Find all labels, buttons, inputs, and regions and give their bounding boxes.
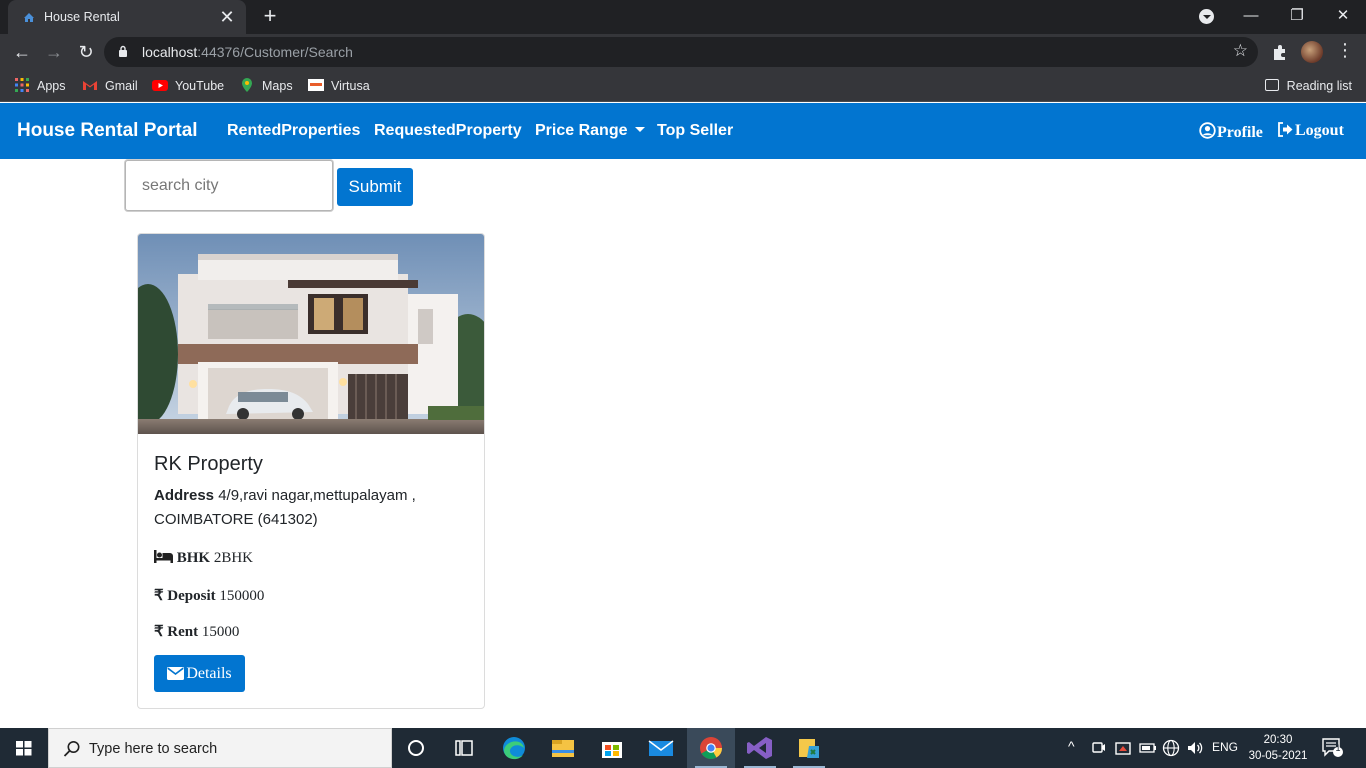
- store-icon[interactable]: [588, 728, 636, 768]
- cortana-icon[interactable]: [392, 728, 440, 768]
- task-view-icon[interactable]: [440, 728, 488, 768]
- bookmark-apps[interactable]: Apps: [14, 77, 66, 95]
- mail-icon[interactable]: [637, 728, 685, 768]
- user-circle-icon: [1199, 122, 1216, 139]
- language-indicator[interactable]: ENG: [1212, 740, 1238, 754]
- bhk-value: 2BHK: [213, 550, 254, 566]
- price-range-label: Price Range: [535, 122, 628, 139]
- bookmark-maps[interactable]: Maps: [239, 77, 293, 95]
- meet-now-icon[interactable]: [1092, 740, 1106, 756]
- chrome-taskbar-button[interactable]: [687, 728, 735, 768]
- property-card: RK Property Address 4/9,ravi nagar,mettu…: [137, 233, 485, 709]
- battery-icon[interactable]: [1139, 742, 1157, 754]
- rupee-icon: ₹: [154, 588, 164, 604]
- details-button[interactable]: Details: [154, 655, 245, 692]
- file-explorer-icon[interactable]: [539, 728, 587, 768]
- nav-requested-property[interactable]: RequestedProperty: [374, 122, 522, 140]
- new-tab-icon[interactable]: +: [258, 5, 282, 29]
- property-address: Address 4/9,ravi nagar,mettupalayam , CO…: [154, 484, 454, 532]
- bed-icon: [154, 550, 173, 563]
- back-icon[interactable]: ←: [10, 40, 34, 64]
- nav-rented-properties[interactable]: RentedProperties: [227, 122, 360, 140]
- rent-value: 15000: [201, 624, 240, 640]
- bookmark-youtube[interactable]: YouTube: [152, 77, 224, 95]
- taskbar-search-placeholder: Type here to search: [89, 741, 218, 757]
- reading-list[interactable]: Reading list: [1264, 77, 1352, 95]
- search-icon: [63, 741, 80, 757]
- visual-studio-taskbar-button[interactable]: [736, 728, 784, 768]
- lock-icon: [119, 45, 127, 57]
- close-window-icon[interactable]: ✕: [1320, 0, 1366, 34]
- nav-price-range-dropdown[interactable]: Price Range: [535, 122, 646, 140]
- profile-avatar[interactable]: [1301, 41, 1323, 63]
- nav-profile[interactable]: Profile: [1199, 122, 1263, 142]
- extensions-puzzle-icon[interactable]: [1270, 42, 1290, 62]
- other-app-taskbar-button[interactable]: [785, 728, 833, 768]
- nav-logout[interactable]: Logout: [1277, 122, 1344, 140]
- youtube-icon: [152, 80, 168, 91]
- app-icon: [799, 739, 819, 758]
- action-center-button[interactable]: 1: [1322, 738, 1344, 758]
- maps-pin-icon: [242, 78, 252, 92]
- rent-row: ₹ Rent 15000: [154, 622, 239, 641]
- chrome-icon: [700, 737, 722, 759]
- visual-studio-icon: [747, 737, 772, 759]
- address-label: Address: [154, 487, 215, 504]
- nav-top-seller[interactable]: Top Seller: [657, 122, 733, 140]
- envelope-icon: [167, 666, 185, 680]
- edge-icon[interactable]: [490, 728, 538, 768]
- bookmark-gmail[interactable]: Gmail: [82, 77, 138, 95]
- reading-list-icon: [1264, 79, 1279, 91]
- submit-button[interactable]: Submit: [337, 168, 413, 206]
- show-hidden-icons[interactable]: ^: [1068, 738, 1075, 754]
- network-globe-icon[interactable]: [1162, 739, 1180, 757]
- tab-title: House Rental: [44, 10, 120, 24]
- virtusa-icon: [308, 79, 324, 91]
- tab-search-icon[interactable]: [1199, 9, 1214, 24]
- details-label: Details: [186, 664, 232, 682]
- sign-out-icon: [1278, 122, 1293, 137]
- url-text: localhost:44376/Customer/Search: [142, 44, 353, 60]
- brand-title[interactable]: House Rental Portal: [17, 120, 198, 142]
- browser-toolbar: ← → ↻ localhost:44376/Customer/Search ☆ …: [0, 34, 1366, 70]
- gmail-icon: [83, 81, 97, 90]
- tray-app-icon[interactable]: [1115, 740, 1131, 756]
- bhk-row: BHK 2BHK: [154, 550, 253, 567]
- rent-label: Rent: [167, 624, 199, 640]
- caret-down-icon: [635, 127, 646, 132]
- apps-grid-icon: [15, 78, 29, 92]
- search-city-input[interactable]: [125, 160, 333, 211]
- reload-icon[interactable]: ↻: [74, 40, 98, 64]
- clock-date: 30-05-2021: [1248, 750, 1308, 762]
- browser-tab-bar: House Rental ✕ + — ❐ ✕: [0, 0, 1366, 34]
- browser-tab[interactable]: House Rental ✕: [8, 0, 246, 34]
- bookmarks-bar: Apps Gmail YouTube Maps Virtusa Reading …: [0, 70, 1366, 102]
- deposit-label: Deposit: [167, 588, 216, 604]
- app-navbar: House Rental Portal RentedProperties Req…: [0, 103, 1366, 159]
- property-title: RK Property: [154, 453, 263, 475]
- windows-start-icon[interactable]: [0, 728, 48, 768]
- property-image: [138, 234, 484, 434]
- clock-time: 20:30: [1263, 734, 1293, 746]
- house-favicon-icon: [24, 13, 34, 22]
- windows-taskbar: Type here to search ^ ENG 20:30 30-05-20…: [0, 728, 1366, 768]
- deposit-value: 150000: [219, 588, 265, 604]
- minimize-icon[interactable]: —: [1228, 0, 1274, 34]
- notification-count: 1: [1335, 743, 1341, 753]
- close-tab-icon[interactable]: ✕: [216, 6, 238, 28]
- volume-icon[interactable]: [1186, 740, 1204, 756]
- system-clock[interactable]: 20:30 30-05-2021: [1248, 732, 1308, 764]
- bookmark-star-icon[interactable]: ☆: [1233, 41, 1248, 61]
- forward-icon[interactable]: →: [42, 40, 66, 64]
- bhk-label: BHK: [176, 550, 211, 566]
- taskbar-search-box[interactable]: Type here to search: [48, 728, 392, 768]
- restore-icon[interactable]: ❐: [1274, 0, 1320, 34]
- rupee-icon: ₹: [154, 624, 164, 640]
- address-bar[interactable]: localhost:44376/Customer/Search ☆: [104, 37, 1258, 67]
- bookmark-virtusa[interactable]: Virtusa: [308, 77, 370, 95]
- browser-menu-icon[interactable]: ⋮: [1336, 40, 1354, 61]
- deposit-row: ₹ Deposit 150000: [154, 586, 264, 605]
